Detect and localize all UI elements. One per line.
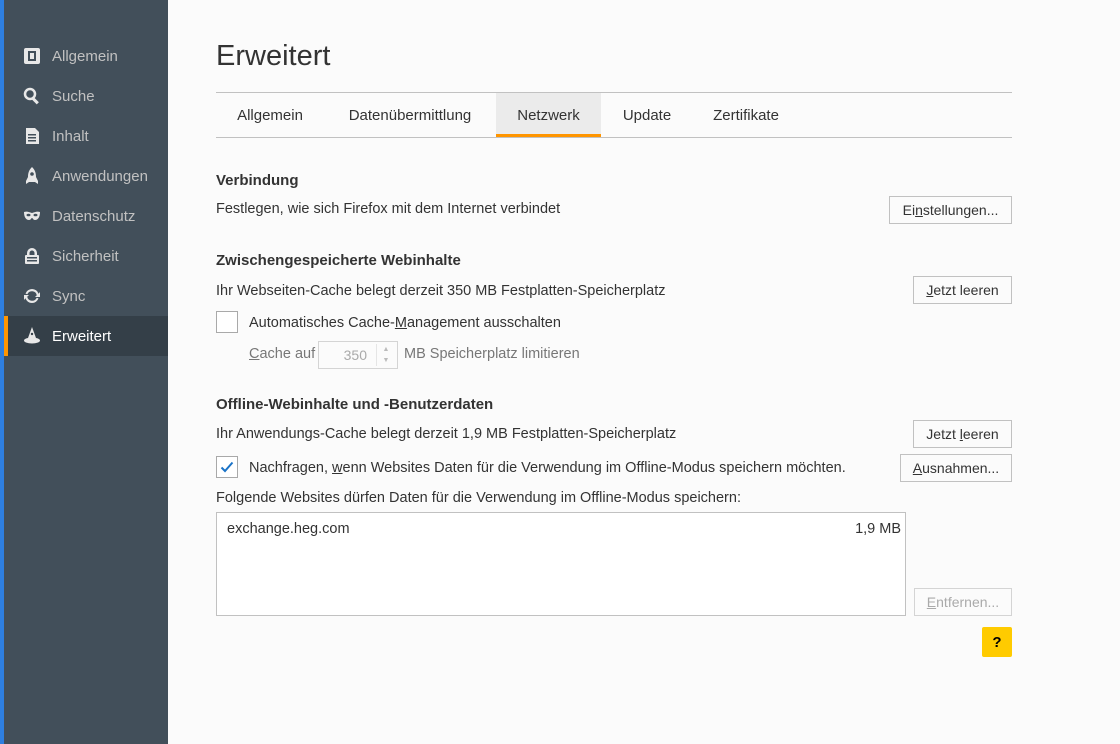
tab-data-choices[interactable]: Datenübermittlung: [324, 93, 496, 137]
exceptions-button[interactable]: Ausnahmen...: [900, 454, 1012, 482]
sync-icon: [22, 286, 42, 306]
sidebar-item-label: Allgemein: [52, 47, 118, 65]
accesskey: n: [915, 202, 923, 218]
offline-description: Ihr Anwendungs-Cache belegt derzeit 1,9 …: [216, 426, 677, 442]
page-title: Erweitert: [216, 40, 331, 72]
button-label-part: Ei: [902, 202, 916, 218]
general-icon: [22, 46, 42, 66]
sidebar-item-label: Anwendungen: [52, 167, 148, 185]
offline-list-label: Folgende Websites dürfen Daten für die V…: [216, 490, 741, 506]
sidebar-item-advanced[interactable]: Erweitert: [4, 316, 168, 356]
accesskey: A: [912, 460, 923, 476]
list-item[interactable]: exchange.heg.com 1,9 MB: [217, 521, 905, 541]
offline-notify-checkbox[interactable]: [216, 456, 238, 478]
mask-icon: [22, 206, 42, 226]
accesskey: M: [394, 315, 407, 331]
button-label-part: stellungen...: [922, 202, 999, 218]
checkmark-icon: [220, 461, 234, 473]
accesskey: w: [332, 460, 343, 476]
sidebar-item-label: Datenschutz: [52, 207, 136, 225]
stepper-arrows[interactable]: ▲ ▼: [376, 344, 395, 366]
sidebar-item-general[interactable]: Allgemein: [4, 36, 168, 76]
button-label-part: etzt leeren: [933, 282, 999, 298]
sidebar: Allgemein Suche Inhalt Anwendungen Daten…: [4, 0, 168, 744]
stepper-down-icon[interactable]: ▼: [377, 355, 395, 366]
sidebar-item-content[interactable]: Inhalt: [4, 116, 168, 156]
connection-settings-button[interactable]: Einstellungen...: [889, 196, 1012, 224]
button-label-part: ntfernen...: [936, 594, 1000, 610]
label-part: enn Websites Daten für die Verwendung im…: [342, 460, 846, 476]
sidebar-item-label: Sicherheit: [52, 247, 119, 265]
tab-network[interactable]: Netzwerk: [496, 93, 601, 137]
button-label-part: Jetzt: [926, 426, 960, 442]
offline-notify-label: Nachfragen, wenn Websites Daten für die …: [249, 460, 846, 476]
rocket-icon: [22, 166, 42, 186]
content-icon: [22, 126, 42, 146]
button-label-part: eeren: [962, 426, 999, 442]
accesskey: E: [926, 594, 937, 610]
sidebar-item-search[interactable]: Suche: [4, 76, 168, 116]
sidebar-item-applications[interactable]: Anwendungen: [4, 156, 168, 196]
cache-size-stepper[interactable]: 350 ▲ ▼: [318, 341, 398, 369]
sidebar-item-label: Suche: [52, 87, 95, 105]
clear-cache-button[interactable]: Jetzt leeren: [913, 276, 1012, 304]
label-part: Automatisches Cache-: [249, 315, 395, 331]
cache-limit-label: Cache auf: [249, 346, 315, 362]
connection-heading: Verbindung: [216, 172, 299, 189]
accesskey: C: [249, 346, 260, 362]
sidebar-item-privacy[interactable]: Datenschutz: [4, 196, 168, 236]
sidebar-item-label: Erweitert: [52, 327, 112, 345]
cache-heading: Zwischengespeicherte Webinhalte: [216, 252, 461, 269]
search-icon: [22, 86, 42, 106]
sidebar-item-security[interactable]: Sicherheit: [4, 236, 168, 276]
label-part: Nachfragen,: [249, 460, 333, 476]
cache-description: Ihr Webseiten-Cache belegt derzeit 350 M…: [216, 283, 666, 299]
wizard-hat-icon: [22, 326, 42, 346]
button-label-part: usnahmen...: [922, 460, 1000, 476]
cache-limit-unit-label: MB Speicherplatz limitieren: [404, 346, 580, 362]
lock-icon: [22, 246, 42, 266]
site-name: exchange.heg.com: [227, 521, 350, 537]
clear-offline-button[interactable]: Jetzt leeren: [913, 420, 1012, 448]
label-part: ache auf: [259, 346, 316, 362]
connection-description: Festlegen, wie sich Firefox mit dem Inte…: [216, 201, 561, 217]
tab-bar: Allgemein Datenübermittlung Netzwerk Upd…: [216, 92, 1012, 138]
cache-override-label: Automatisches Cache-Management ausschalt…: [249, 315, 561, 331]
cache-override-checkbox[interactable]: [216, 311, 238, 333]
tab-update[interactable]: Update: [601, 93, 693, 137]
offline-sites-list[interactable]: exchange.heg.com 1,9 MB: [216, 512, 906, 616]
offline-heading: Offline-Webinhalte und -Benutzerdaten: [216, 396, 494, 413]
cache-size-value: 350: [343, 347, 367, 363]
sidebar-item-label: Inhalt: [52, 127, 89, 145]
label-part: anagement ausschalten: [406, 315, 561, 331]
help-button[interactable]: ?: [982, 627, 1012, 657]
sidebar-item-sync[interactable]: Sync: [4, 276, 168, 316]
site-size: 1,9 MB: [855, 521, 901, 537]
tab-general[interactable]: Allgemein: [216, 93, 324, 137]
sidebar-item-label: Sync: [52, 287, 86, 305]
tab-certificates[interactable]: Zertifikate: [693, 93, 799, 137]
stepper-up-icon[interactable]: ▲: [377, 344, 395, 355]
remove-button[interactable]: Entfernen...: [914, 588, 1012, 616]
